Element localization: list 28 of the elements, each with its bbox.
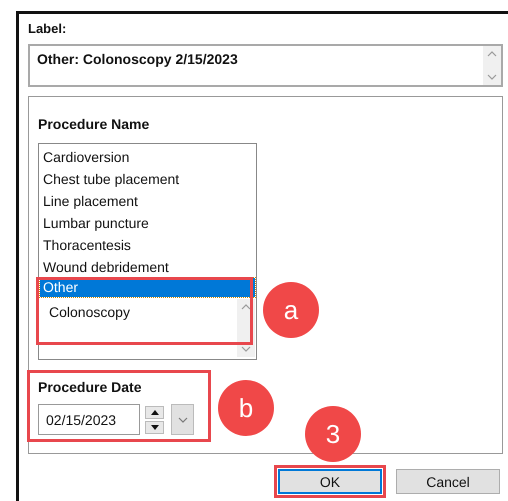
- scroll-down-icon[interactable]: [241, 346, 251, 352]
- triangle-down-icon: [150, 424, 158, 430]
- spin-down-button[interactable]: [145, 420, 164, 434]
- list-item[interactable]: Lumbar puncture: [40, 212, 255, 234]
- spin-up-button[interactable]: [145, 406, 164, 418]
- label-field[interactable]: Other: Colonoscopy 2/15/2023: [28, 44, 503, 87]
- callout-badge: a: [263, 282, 319, 338]
- cancel-button[interactable]: Cancel: [396, 469, 500, 494]
- list-item[interactable]: Line placement: [40, 190, 255, 212]
- callout-badge: b: [218, 380, 274, 436]
- triangle-up-icon: [150, 410, 158, 414]
- other-text-field[interactable]: Colonoscopy: [40, 299, 255, 357]
- scroll-up-icon[interactable]: [241, 304, 251, 310]
- chevron-down-icon: [178, 416, 188, 422]
- section-heading: Procedure Date: [38, 379, 142, 395]
- list-item[interactable]: Wound debridement: [40, 256, 255, 278]
- date-field[interactable]: 02/15/2023: [38, 404, 140, 435]
- field-label: Label:: [28, 21, 68, 36]
- list-item[interactable]: Chest tube placement: [40, 168, 255, 190]
- dropdown-button[interactable]: [171, 404, 194, 435]
- scroll-up-icon[interactable]: [487, 51, 497, 57]
- ok-button[interactable]: OK: [278, 469, 382, 494]
- list-item[interactable]: Thoracentesis: [40, 234, 255, 256]
- section-heading: Procedure Name: [38, 116, 150, 132]
- callout-badge: 3: [305, 406, 361, 462]
- procedure-listbox[interactable]: Cardioversion Chest tube placement Line placement Lumbar puncture Thoracentesis Wound debridement Other Colonoscopy: [38, 143, 257, 360]
- list-item[interactable]: Cardioversion: [40, 146, 255, 168]
- scroll-down-icon[interactable]: [487, 74, 497, 80]
